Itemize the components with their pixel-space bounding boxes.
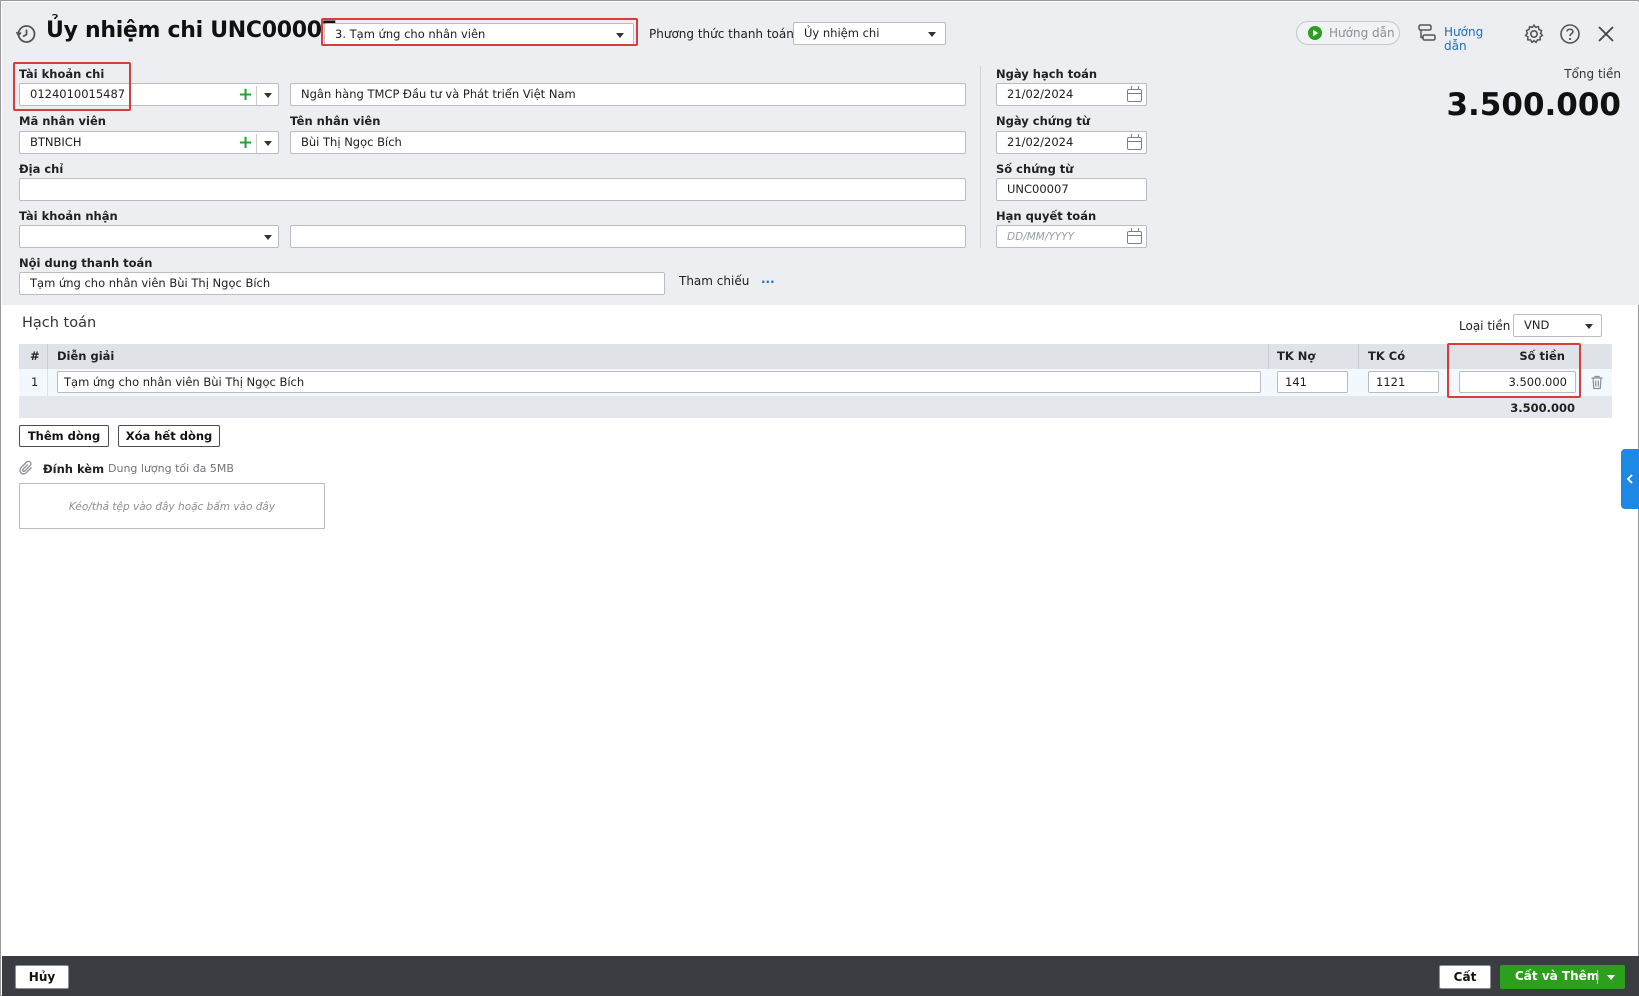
row-description: Tạm ứng cho nhân viên Bùi Thị Ngọc Bích — [64, 375, 305, 389]
add-row-button[interactable]: Thêm dòng — [19, 425, 109, 447]
calendar-icon[interactable] — [1127, 228, 1142, 244]
reference-label: Tham chiếu — [679, 274, 750, 288]
posting-date-input[interactable]: 21/02/2024 — [996, 83, 1147, 106]
calendar-icon[interactable] — [1127, 86, 1142, 102]
address-label: Địa chỉ — [19, 162, 64, 176]
save-add-label: Cất và Thêm — [1515, 969, 1600, 983]
row-description-input[interactable]: Tạm ứng cho nhân viên Bùi Thị Ngọc Bích — [57, 371, 1261, 393]
footer-bar: Hủy Cất Cất và Thêm — [2, 956, 1639, 996]
currency-select[interactable]: VND — [1513, 314, 1602, 337]
gear-icon[interactable] — [1523, 23, 1545, 45]
employee-code-input[interactable]: BTNBICH + — [19, 131, 279, 154]
bank-name-input[interactable]: Ngân hàng TMCP Đầu tư và Phát triển Việt… — [290, 83, 966, 106]
play-icon — [1308, 26, 1322, 40]
bank-name-value: Ngân hàng TMCP Đầu tư và Phát triển Việt… — [301, 87, 576, 101]
help-icon[interactable] — [1559, 23, 1581, 45]
payment-method-value: Ủy nhiệm chi — [804, 26, 880, 40]
col-description: Diễn giải — [57, 349, 115, 363]
receive-account-label: Tài khoản nhận — [19, 209, 118, 223]
guide-video-button[interactable]: Hướng dẫn — [1296, 21, 1400, 45]
chevron-down-icon — [264, 235, 272, 240]
add-account-icon[interactable]: + — [238, 84, 253, 105]
page-title: Ủy nhiệm chi UNC00007 — [46, 18, 337, 43]
currency-value: VND — [1524, 318, 1550, 332]
row-debit-input[interactable]: 141 — [1277, 371, 1348, 393]
voucher-no-label: Số chứng từ — [996, 162, 1074, 176]
posting-date-value: 21/02/2024 — [1007, 87, 1074, 101]
guide-video-label: Hướng dẫn — [1329, 26, 1395, 40]
voucher-date-label: Ngày chứng từ — [996, 114, 1091, 128]
chevron-down-icon[interactable] — [264, 93, 272, 98]
employee-name-label: Tên nhân viên — [290, 114, 381, 128]
table-header: # Diễn giải TK Nợ TK Có Số tiền — [19, 344, 1612, 369]
employee-name-input[interactable]: Bùi Thị Ngọc Bích — [290, 131, 966, 154]
voucher-date-input[interactable]: 21/02/2024 — [996, 131, 1147, 154]
highlight-account — [13, 62, 131, 111]
guide-link[interactable]: Hướng dẫn — [1417, 22, 1509, 53]
content-label: Nội dung thanh toán — [19, 256, 153, 270]
col-debit: TK Nợ — [1277, 349, 1316, 363]
attachment-label: Đính kèm — [43, 462, 105, 476]
due-date-placeholder: DD/MM/YYYY — [1007, 231, 1075, 243]
content-input[interactable]: Tạm ứng cho nhân viên Bùi Thị Ngọc Bích — [19, 272, 665, 295]
save-button[interactable]: Cất — [1439, 965, 1491, 989]
side-panel-toggle[interactable] — [1621, 449, 1639, 509]
reference-more-link[interactable]: ... — [761, 272, 775, 286]
column-divider — [980, 66, 981, 248]
col-index: # — [30, 349, 40, 363]
payment-method-label: Phương thức thanh toán — [649, 27, 794, 41]
calendar-icon[interactable] — [1127, 134, 1142, 150]
address-input[interactable] — [19, 178, 966, 201]
voucher-window: Ủy nhiệm chi UNC00007 3. Tạm ứng cho nhâ… — [0, 0, 1639, 996]
highlight-purpose — [321, 18, 638, 46]
sum-amount: 3.500.000 — [1510, 401, 1575, 415]
chevron-left-icon — [1626, 474, 1633, 484]
clear-rows-button[interactable]: Xóa hết dòng — [118, 425, 220, 447]
posting-date-label: Ngày hạch toán — [996, 67, 1098, 81]
row-debit: 141 — [1285, 375, 1307, 389]
total-value: 3.500.000 — [1446, 87, 1621, 123]
cancel-button[interactable]: Hủy — [15, 965, 69, 989]
table-row[interactable]: 1 Tạm ứng cho nhân viên Bùi Thị Ngọc Bíc… — [19, 369, 1612, 396]
employee-code-label: Mã nhân viên — [19, 114, 106, 128]
trash-icon[interactable] — [1590, 375, 1604, 393]
attachment-dropzone[interactable]: Kéo/thả tệp vào đây hoặc bấm vào đây — [19, 483, 325, 529]
chevron-down-icon — [928, 32, 936, 37]
attachment-hint: Dung lượng tối đa 5MB — [108, 462, 234, 475]
guide-label: Hướng dẫn — [1444, 25, 1484, 53]
employee-code-value: BTNBICH — [30, 135, 82, 149]
close-icon[interactable] — [1595, 23, 1617, 45]
content-value: Tạm ứng cho nhân viên Bùi Thị Ngọc Bích — [30, 276, 271, 290]
receive-account-select[interactable] — [19, 225, 279, 248]
payment-method-select[interactable]: Ủy nhiệm chi — [793, 22, 946, 45]
due-date-label: Hạn quyết toán — [996, 209, 1097, 223]
currency-label: Loại tiền — [1459, 319, 1511, 333]
due-date-input[interactable]: DD/MM/YYYY — [996, 225, 1147, 248]
accounting-table: # Diễn giải TK Nợ TK Có Số tiền 1 Tạm ứn… — [19, 344, 1612, 418]
save-add-button[interactable]: Cất và Thêm — [1500, 965, 1625, 989]
add-employee-icon[interactable]: + — [238, 132, 253, 153]
paperclip-icon — [19, 460, 35, 479]
table-sum-row: 3.500.000 — [19, 396, 1612, 418]
row-credit: 1121 — [1376, 375, 1406, 389]
col-credit: TK Có — [1368, 349, 1406, 363]
total-label: Tổng tiền — [1564, 67, 1621, 81]
history-icon[interactable] — [15, 23, 37, 45]
voucher-date-value: 21/02/2024 — [1007, 135, 1074, 149]
chevron-down-icon[interactable] — [264, 141, 272, 146]
chevron-down-icon — [1585, 324, 1593, 329]
voucher-no-input[interactable]: UNC00007 — [996, 178, 1147, 201]
employee-name-value: Bùi Thị Ngọc Bích — [301, 135, 402, 149]
row-credit-input[interactable]: 1121 — [1368, 371, 1439, 393]
dropzone-text: Kéo/thả tệp vào đây hoặc bấm vào đây — [68, 501, 276, 513]
flow-guide-icon — [1417, 23, 1437, 46]
row-index: 1 — [31, 375, 39, 389]
voucher-no-value: UNC00007 — [1007, 182, 1069, 196]
highlight-amount — [1447, 343, 1581, 398]
receive-bank-input[interactable] — [290, 225, 966, 248]
chevron-down-icon[interactable] — [1607, 975, 1615, 980]
accounting-title: Hạch toán — [22, 315, 97, 331]
